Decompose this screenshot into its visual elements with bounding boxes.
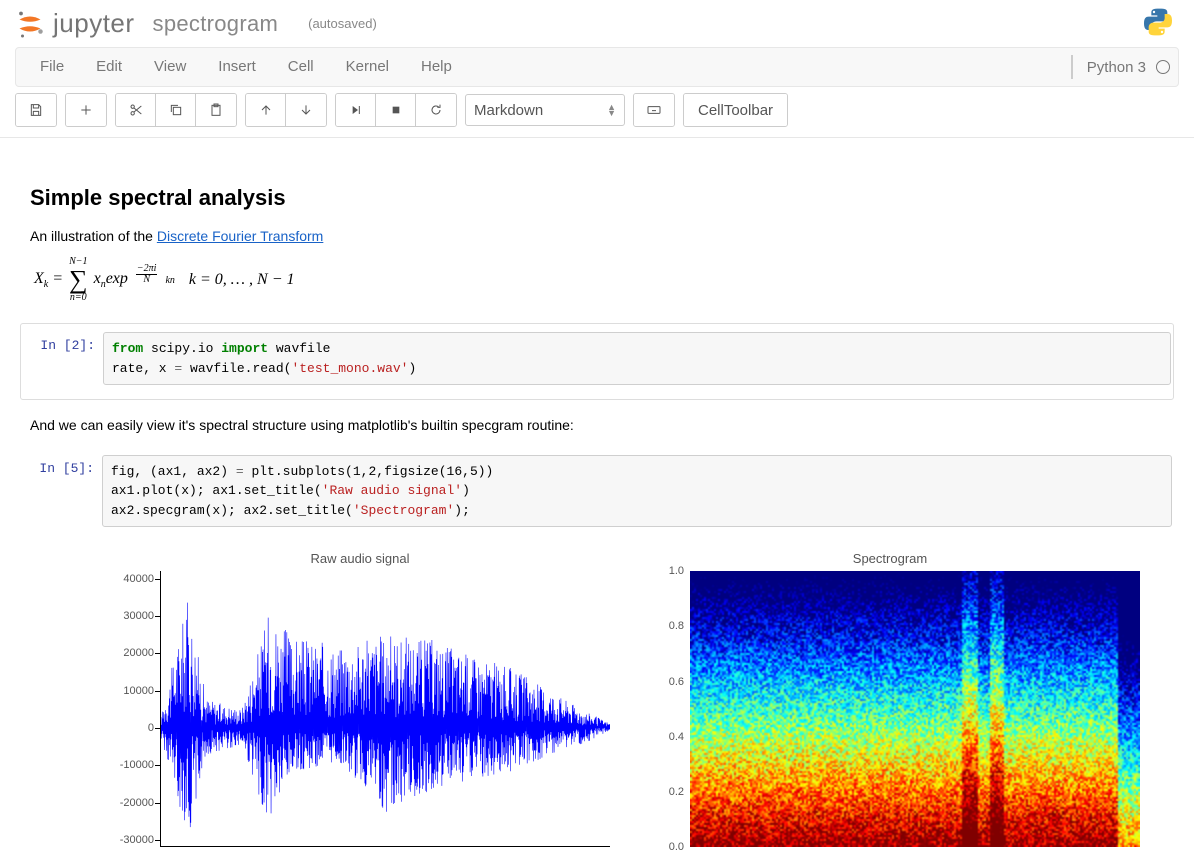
copy-icon — [168, 102, 184, 118]
md-paragraph: An illustration of the Discrete Fourier … — [30, 225, 1164, 247]
paste-button[interactable] — [196, 94, 236, 126]
paste-icon — [208, 102, 224, 118]
cell-type-value: Markdown — [474, 102, 543, 119]
ytick-label: -30000 — [106, 834, 154, 846]
insert-cell-button[interactable] — [66, 94, 106, 126]
code-input[interactable]: from scipy.io import wavfile rate, x = w… — [103, 332, 1171, 385]
ytick-label: 0.4 — [636, 731, 684, 743]
cell-output: Raw audio signal -30000 -20000 -10000 0 1000… — [100, 551, 1174, 847]
jupyter-planet-icon — [15, 9, 45, 39]
ytick-label: -10000 — [106, 759, 154, 771]
scissors-icon — [128, 102, 144, 118]
md-paragraph-2: And we can easily view it's spectral str… — [30, 414, 1164, 436]
run-button[interactable] — [336, 94, 376, 126]
spectrogram-canvas — [690, 571, 1140, 847]
restart-button[interactable] — [416, 94, 456, 126]
menu-insert[interactable]: Insert — [202, 47, 272, 87]
menubar: File Edit View Insert Cell Kernel Help P… — [15, 47, 1179, 87]
ytick-label: 30000 — [106, 610, 154, 622]
ytick-label: 1.0 — [636, 565, 684, 577]
ytick-label: 40000 — [106, 573, 154, 585]
menu-file[interactable]: File — [24, 47, 80, 87]
input-prompt-2: In [5]: — [22, 455, 102, 528]
python-icon — [1142, 6, 1174, 38]
menu-view[interactable]: View — [138, 47, 202, 87]
kernel-idle-icon — [1156, 60, 1170, 74]
code-cell-2[interactable]: In [5]: fig, (ax1, ax2) = plt.subplots(1… — [22, 455, 1172, 528]
notebook-area[interactable]: Simple spectral analysis An illustration… — [0, 160, 1194, 847]
save-button[interactable] — [16, 94, 56, 126]
md-text-a: An illustration of the — [30, 228, 157, 244]
arrow-down-icon — [298, 102, 314, 118]
plot-title-2: Spectrogram — [630, 551, 1150, 566]
restart-icon — [428, 102, 444, 118]
ytick-label: 0.2 — [636, 786, 684, 798]
cell-type-select[interactable]: Markdown ▲▼ — [465, 94, 625, 126]
code-input-2[interactable]: fig, (ax1, ax2) = plt.subplots(1,2,figsi… — [102, 455, 1172, 528]
input-prompt: In [2]: — [23, 332, 103, 385]
run-step-icon — [348, 102, 364, 118]
md-heading: Simple spectral analysis — [30, 185, 1164, 211]
autosave-status: (autosaved) — [308, 16, 377, 31]
keyboard-icon — [646, 102, 662, 118]
copy-button[interactable] — [156, 94, 196, 126]
cut-button[interactable] — [116, 94, 156, 126]
command-palette-button[interactable] — [634, 94, 674, 126]
move-down-button[interactable] — [286, 94, 326, 126]
move-up-button[interactable] — [246, 94, 286, 126]
ytick-label: 0.0 — [636, 841, 684, 853]
ytick-label: -20000 — [106, 797, 154, 809]
plot-spectrogram: Spectrogram 0.00.20.40.60.81.0 — [630, 551, 1150, 847]
interrupt-button[interactable] — [376, 94, 416, 126]
equation: Xk = N−1 ∑ n=0 xnexp−2πiNkn k = 0, … , N… — [34, 257, 1164, 303]
kernel-indicator: Python 3 — [1071, 55, 1170, 79]
save-icon — [28, 102, 44, 118]
md-link-dft[interactable]: Discrete Fourier Transform — [157, 228, 323, 244]
plot-waveform: Raw audio signal -30000 -20000 -10000 0 1000… — [100, 551, 620, 847]
code-cell-1[interactable]: In [2]: from scipy.io import wavfile rat… — [23, 332, 1171, 385]
menu-kernel[interactable]: Kernel — [330, 47, 405, 87]
plus-icon — [78, 102, 94, 118]
stop-icon — [388, 102, 404, 118]
ytick-label: 0.8 — [636, 620, 684, 632]
ytick-label: 0 — [106, 722, 154, 734]
toolbar: Markdown ▲▼ CellToolbar — [0, 87, 1194, 138]
menu-help[interactable]: Help — [405, 47, 468, 87]
jupyter-logo[interactable]: jupyter — [15, 8, 135, 39]
notebook-name[interactable]: spectrogram — [153, 11, 279, 37]
ytick-label: 20000 — [106, 647, 154, 659]
kernel-name: Python 3 — [1087, 59, 1146, 76]
app-name: jupyter — [53, 8, 135, 39]
arrow-up-icon — [258, 102, 274, 118]
cell-toolbar-button[interactable]: CellToolbar — [684, 94, 787, 126]
waveform-svg — [161, 571, 610, 846]
select-arrows-icon: ▲▼ — [607, 104, 616, 116]
ytick-label: 0.6 — [636, 676, 684, 688]
plot-title-1: Raw audio signal — [100, 551, 620, 566]
menu-edit[interactable]: Edit — [80, 47, 138, 87]
menu-cell[interactable]: Cell — [272, 47, 330, 87]
kernel-logo — [1142, 6, 1174, 41]
ytick-label: 10000 — [106, 685, 154, 697]
